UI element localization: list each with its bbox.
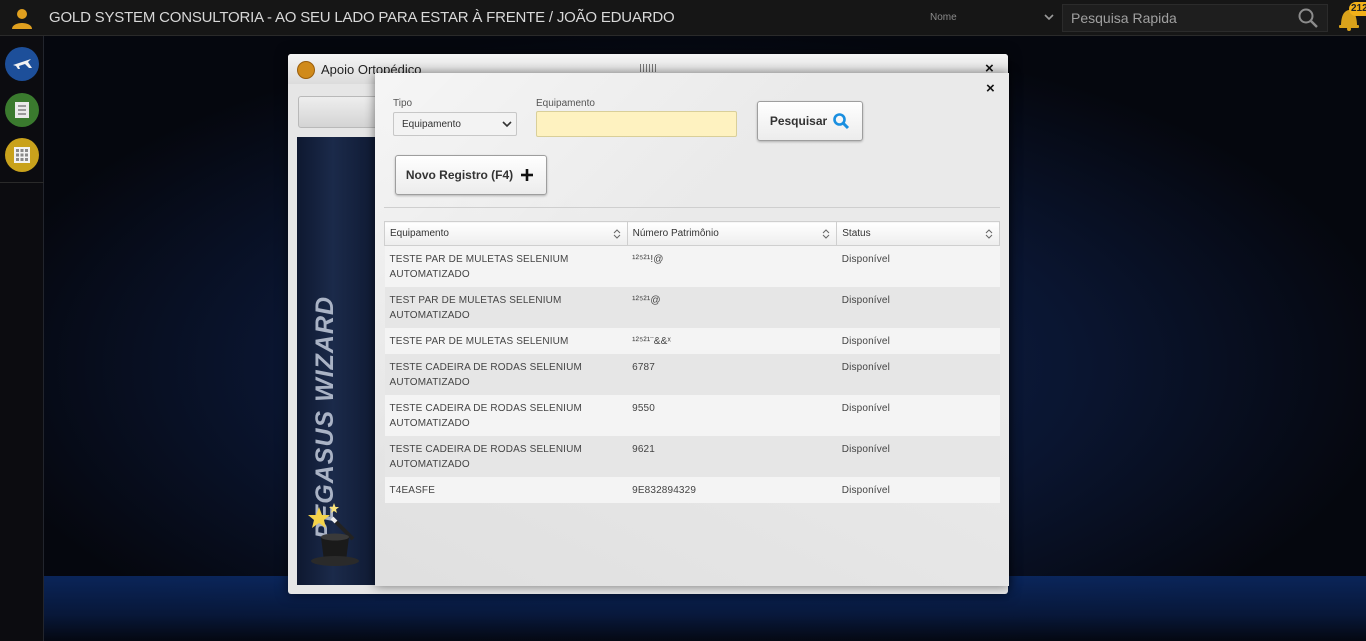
search-button[interactable]: Pesquisar xyxy=(757,101,863,141)
chevron-down-icon[interactable] xyxy=(1043,11,1055,23)
sidebar-item-flights[interactable] xyxy=(5,47,39,81)
cell-equipamento: TESTE PAR DE MULETAS SELENIUM AUTOMATIZA… xyxy=(384,245,628,287)
top-bar: GOLD SYSTEM CONSULTORIA - AO SEU LADO PA… xyxy=(0,0,1366,36)
cell-patrimonio: 9621 xyxy=(627,436,837,477)
cell-patrimonio: ¹²⁵²¹!@ xyxy=(627,245,837,287)
equipamento-input[interactable] xyxy=(536,111,737,137)
column-header-patrimonio[interactable]: Número Patrimônio xyxy=(626,221,838,246)
cell-status: Disponível xyxy=(836,354,1000,395)
table-row[interactable]: TESTE PAR DE MULETAS SELENIUM AUTOMATIZA… xyxy=(384,245,1000,287)
table-row[interactable]: TESTE CADEIRA DE RODAS SELENIUM AUTOMATI… xyxy=(384,395,1000,436)
wizard-panel: PEGASUS WIZARD xyxy=(297,137,377,585)
close-icon[interactable]: × xyxy=(986,80,995,97)
sidebar-item-calculator[interactable] xyxy=(5,138,39,172)
search-modal: × Tipo Equipamento Equipamento Pesquisar… xyxy=(375,73,1009,586)
cell-status: Disponível xyxy=(836,436,1000,477)
list-icon xyxy=(15,102,29,118)
cell-status: Disponível xyxy=(836,477,1000,503)
app-title: GOLD SYSTEM CONSULTORIA - AO SEU LADO PA… xyxy=(49,9,675,26)
notification-badge: 2125 xyxy=(1349,2,1366,16)
plane-icon xyxy=(13,59,32,69)
cell-status: Disponível xyxy=(836,287,1000,328)
tipo-label: Tipo xyxy=(393,98,413,109)
cell-patrimonio: 9E832894329 xyxy=(627,477,837,503)
cell-equipamento: TESTE CADEIRA DE RODAS SELENIUM AUTOMATI… xyxy=(384,354,628,395)
plus-icon xyxy=(521,169,534,181)
cell-patrimonio: 9550 xyxy=(627,395,837,436)
equipamento-label: Equipamento xyxy=(536,98,595,109)
sort-icon[interactable] xyxy=(613,228,621,240)
cell-status: Disponível xyxy=(836,395,1000,436)
cell-status: Disponível xyxy=(836,245,1000,287)
cell-equipamento: TESTE CADEIRA DE RODAS SELENIUM AUTOMATI… xyxy=(384,395,628,436)
column-header-label: Número Patrimônio xyxy=(632,228,719,239)
sort-icon[interactable] xyxy=(985,228,993,240)
divider xyxy=(384,207,1000,208)
sidebar-divider xyxy=(0,182,44,183)
nome-select[interactable]: Nome xyxy=(928,7,1058,29)
chevron-down-icon[interactable] xyxy=(501,118,513,130)
new-record-button[interactable]: Novo Registro (F4) xyxy=(395,155,547,195)
column-header-equipamento[interactable]: Equipamento xyxy=(384,221,628,246)
search-button-label: Pesquisar xyxy=(769,114,828,128)
drag-handle-icon[interactable] xyxy=(640,64,656,72)
window-icon xyxy=(297,61,315,79)
cell-patrimonio: ¹²⁵²¹@ xyxy=(627,287,837,328)
column-header-label: Status xyxy=(842,228,871,239)
table-header: Equipamento Número Patrimônio Status xyxy=(384,221,1000,246)
search-icon[interactable] xyxy=(1297,7,1319,29)
column-header-status[interactable]: Status xyxy=(836,221,1000,246)
table-row[interactable]: T4EASFE 9E832894329 Disponível xyxy=(384,477,1000,503)
calculator-icon xyxy=(14,147,30,163)
quick-search-input[interactable]: Pesquisa Rapida xyxy=(1062,4,1328,32)
cell-patrimonio: ¹²⁵²¹¨&&ˣ xyxy=(627,328,837,354)
sort-icon[interactable] xyxy=(822,228,830,240)
user-icon[interactable] xyxy=(7,4,37,32)
table-row[interactable]: TESTE CADEIRA DE RODAS SELENIUM AUTOMATI… xyxy=(384,436,1000,477)
column-header-label: Equipamento xyxy=(390,228,449,239)
cell-equipamento: TESTE CADEIRA DE RODAS SELENIUM AUTOMATI… xyxy=(384,436,628,477)
magic-hat-icon xyxy=(308,503,359,566)
sidebar-item-list[interactable] xyxy=(5,93,39,127)
cell-patrimonio: 6787 xyxy=(627,354,837,395)
magnifier-icon xyxy=(833,113,850,130)
cell-equipamento: T4EASFE xyxy=(384,477,628,503)
cell-equipamento: TEST PAR DE MULETAS SELENIUM AUTOMATIZAD… xyxy=(384,287,628,328)
table-row[interactable]: TESTE PAR DE MULETAS SELENIUM ¹²⁵²¹¨&&ˣ … xyxy=(384,328,1000,354)
sidebar xyxy=(0,36,44,641)
cell-equipamento: TESTE PAR DE MULETAS SELENIUM xyxy=(384,328,628,354)
cell-status: Disponível xyxy=(836,328,1000,354)
results-table: Equipamento Número Patrimônio Status TES… xyxy=(384,221,1000,503)
table-row[interactable]: TEST PAR DE MULETAS SELENIUM AUTOMATIZAD… xyxy=(384,287,1000,328)
new-record-button-label: Novo Registro (F4) xyxy=(405,168,514,182)
tipo-select[interactable]: Equipamento xyxy=(393,112,517,136)
table-row[interactable]: TESTE CADEIRA DE RODAS SELENIUM AUTOMATI… xyxy=(384,354,1000,395)
